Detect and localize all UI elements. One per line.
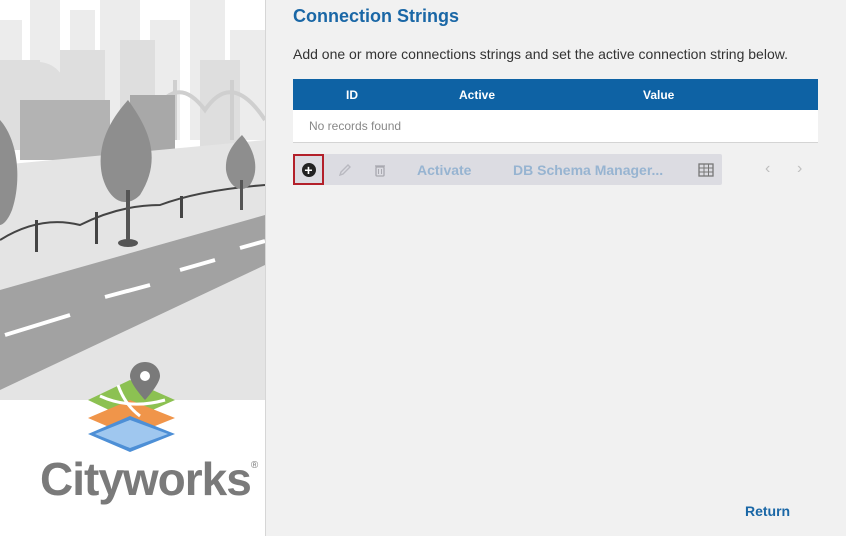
pager-next-button[interactable]: ›: [797, 160, 802, 178]
grid-toolbar: + Activate DB Schema Manager...: [293, 154, 722, 185]
page-title: Connection Strings: [293, 6, 459, 26]
city-illustration: [0, 0, 265, 400]
trash-icon: [375, 164, 385, 177]
cityworks-logo: Cityworks®: [40, 360, 258, 520]
connection-strings-grid: ID Active Value No records found: [293, 79, 818, 143]
add-button[interactable]: +: [293, 154, 324, 185]
grid-empty-row: No records found: [293, 110, 818, 143]
db-schema-manager-button[interactable]: DB Schema Manager...: [513, 162, 663, 178]
brand-wordmark: Cityworks®: [40, 452, 258, 506]
table-columns-icon: [698, 162, 714, 177]
empty-message: No records found: [309, 119, 402, 133]
edit-button[interactable]: [331, 154, 359, 185]
pager-prev-button[interactable]: ‹: [765, 160, 770, 178]
map-pin-logo-icon: [88, 362, 175, 452]
column-header-id[interactable]: ID: [346, 88, 358, 102]
pencil-icon: [338, 163, 351, 176]
brand-name: Cityworks: [40, 453, 252, 505]
plus-circle-icon: +: [301, 162, 316, 177]
return-link[interactable]: Return: [745, 503, 790, 519]
activate-button[interactable]: Activate: [417, 162, 471, 178]
left-panel: Cityworks®: [0, 0, 266, 536]
column-header-active[interactable]: Active: [459, 88, 495, 102]
delete-button[interactable]: [366, 154, 394, 185]
grid-header: ID Active Value: [293, 79, 818, 110]
page-description: Add one or more connections strings and …: [293, 46, 788, 62]
registered-mark: ®: [250, 460, 258, 471]
main-content: Connection Strings Add one or more conne…: [266, 0, 846, 536]
columns-button[interactable]: [693, 154, 719, 185]
column-header-value[interactable]: Value: [643, 88, 674, 102]
